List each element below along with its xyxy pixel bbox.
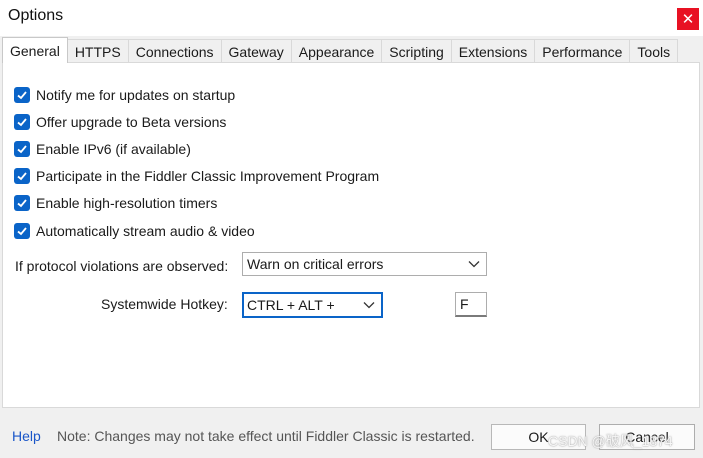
chevron-down-icon (468, 261, 480, 268)
hotkey-key-input[interactable]: F (455, 292, 487, 317)
tab-https[interactable]: HTTPS (66, 39, 129, 63)
checkbox-checked-icon (14, 168, 30, 184)
tab-tools[interactable]: Tools (629, 39, 679, 63)
checkbox-checked-icon (14, 114, 30, 130)
tab-general[interactable]: General (2, 37, 68, 63)
tab-appearance[interactable]: Appearance (290, 39, 383, 63)
checkbox-checked-icon (14, 223, 30, 239)
hotkey-label: Systemwide Hotkey: (101, 296, 228, 312)
tab-strip: General HTTPS Connections Gateway Appear… (2, 37, 679, 63)
checkbox-improvement-program[interactable]: Participate in the Fiddler Classic Impro… (14, 168, 379, 184)
title-bar: Options ✕ (0, 0, 703, 36)
cancel-button[interactable]: Cancel (599, 424, 695, 450)
chevron-down-icon (363, 302, 375, 309)
dialog-footer: Help Note: Changes may not take effect u… (0, 410, 703, 458)
checkbox-checked-icon (14, 141, 30, 157)
checkbox-stream-audio-video[interactable]: Automatically stream audio & video (14, 223, 255, 239)
checkbox-enable-ipv6[interactable]: Enable IPv6 (if available) (14, 141, 191, 157)
restart-note: Note: Changes may not take effect until … (57, 428, 475, 444)
tab-connections[interactable]: Connections (127, 39, 222, 63)
window-title: Options (8, 7, 64, 24)
protocol-violations-value: Warn on critical errors (247, 256, 384, 272)
checkbox-label: Enable IPv6 (if available) (36, 141, 191, 157)
tab-scripting[interactable]: Scripting (381, 39, 452, 63)
hotkey-modifier-select[interactable]: CTRL + ALT + (242, 292, 383, 318)
checkbox-label: Participate in the Fiddler Classic Impro… (36, 168, 380, 184)
protocol-violations-label: If protocol violations are observed: (15, 258, 229, 274)
ok-button[interactable]: OK (491, 424, 586, 450)
checkbox-high-res-timers[interactable]: Enable high-resolution timers (14, 195, 217, 211)
close-button[interactable]: ✕ (677, 8, 699, 30)
checkbox-label: Automatically stream audio & video (36, 223, 255, 239)
protocol-violations-select[interactable]: Warn on critical errors (242, 252, 487, 276)
checkbox-notify-updates[interactable]: Notify me for updates on startup (14, 87, 235, 103)
checkbox-beta-upgrade[interactable]: Offer upgrade to Beta versions (14, 114, 226, 130)
hotkey-modifier-value: CTRL + ALT + (247, 297, 335, 313)
checkbox-checked-icon (14, 195, 30, 211)
close-icon: ✕ (681, 11, 695, 28)
tab-extensions[interactable]: Extensions (450, 39, 536, 63)
tab-gateway[interactable]: Gateway (220, 39, 292, 63)
checkbox-label: Offer upgrade to Beta versions (36, 114, 227, 130)
options-dialog: Options ✕ General HTTPS Connections Gate… (0, 0, 703, 458)
help-link[interactable]: Help (12, 428, 41, 444)
checkbox-checked-icon (14, 87, 30, 103)
checkbox-label: Enable high-resolution timers (36, 195, 218, 211)
checkbox-label: Notify me for updates on startup (36, 87, 236, 103)
tab-performance[interactable]: Performance (534, 39, 631, 63)
general-panel: Notify me for updates on startup Offer u… (2, 62, 700, 408)
